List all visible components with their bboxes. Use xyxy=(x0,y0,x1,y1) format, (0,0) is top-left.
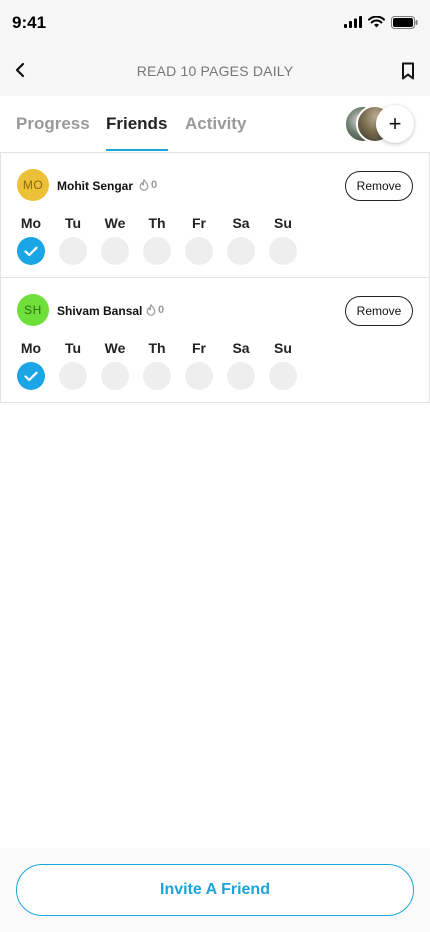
friend-card: SH Shivam Bansal 0 Remove Mo Tu We Th Fr xyxy=(0,277,430,403)
flame-icon xyxy=(139,179,149,191)
streak-value: 0 xyxy=(151,179,158,191)
streak-count: 0 xyxy=(146,304,164,316)
day-check-done[interactable] xyxy=(17,362,45,390)
day-label: Fr xyxy=(192,340,206,356)
day-label: Th xyxy=(148,340,166,356)
friend-name: Mohit Sengar xyxy=(57,179,134,193)
friend-name: Shivam Bansal xyxy=(57,304,143,318)
day-fr: Fr xyxy=(185,340,213,390)
day-check-empty[interactable] xyxy=(59,362,87,390)
bookmark-icon xyxy=(402,62,414,80)
day-we: We xyxy=(101,215,129,265)
day-sa: Sa xyxy=(227,340,255,390)
day-mo: Mo xyxy=(17,340,45,390)
check-icon xyxy=(24,371,38,381)
streak-value: 0 xyxy=(158,304,165,316)
day-check-empty[interactable] xyxy=(185,237,213,265)
header: READ 10 PAGES DAILY xyxy=(0,46,430,96)
day-su: Su xyxy=(269,340,297,390)
day-label: Sa xyxy=(232,340,250,356)
tab-bar: Progress Friends Activity + xyxy=(0,96,430,152)
tab-activity[interactable]: Activity xyxy=(185,114,246,134)
day-tu: Tu xyxy=(59,215,87,265)
day-label: Su xyxy=(274,340,292,356)
day-check-empty[interactable] xyxy=(101,237,129,265)
add-friend-button[interactable]: + xyxy=(376,105,414,143)
avatar: SH xyxy=(17,294,49,326)
day-check-empty[interactable] xyxy=(269,237,297,265)
day-th: Th xyxy=(143,215,171,265)
day-sa: Sa xyxy=(227,215,255,265)
friends-avatar-stack[interactable]: + xyxy=(344,105,414,143)
day-label: Mo xyxy=(20,340,42,356)
active-tab-indicator xyxy=(106,149,168,151)
remove-friend-button[interactable]: Remove xyxy=(345,171,413,201)
bookmark-button[interactable] xyxy=(398,60,418,82)
day-mo: Mo xyxy=(17,215,45,265)
friend-card: MO Mohit Sengar 0 Remove Mo Tu We Th Fr xyxy=(0,152,430,278)
day-we: We xyxy=(101,340,129,390)
streak-count: 0 xyxy=(139,179,157,191)
day-fr: Fr xyxy=(185,215,213,265)
day-th: Th xyxy=(143,340,171,390)
signal-icon xyxy=(344,16,362,28)
page-title: READ 10 PAGES DAILY xyxy=(136,63,294,79)
status-time: 9:41 xyxy=(12,13,47,32)
day-check-empty[interactable] xyxy=(269,362,297,390)
remove-friend-button[interactable]: Remove xyxy=(345,296,413,326)
day-label: Tu xyxy=(64,340,82,356)
day-label: Su xyxy=(274,215,292,231)
day-label: Tu xyxy=(64,215,82,231)
day-check-empty[interactable] xyxy=(227,237,255,265)
day-check-empty[interactable] xyxy=(59,237,87,265)
day-label: We xyxy=(104,215,126,231)
day-tu: Tu xyxy=(59,340,87,390)
status-icons xyxy=(344,14,418,30)
day-check-empty[interactable] xyxy=(143,362,171,390)
wifi-icon xyxy=(368,16,385,28)
status-bar: 9:41 xyxy=(0,0,430,46)
day-label: Sa xyxy=(232,215,250,231)
footer: Invite A Friend xyxy=(0,848,430,932)
day-check-empty[interactable] xyxy=(227,362,255,390)
flame-icon xyxy=(146,304,156,316)
tab-progress[interactable]: Progress xyxy=(16,114,90,134)
battery-icon xyxy=(391,15,418,29)
day-su: Su xyxy=(269,215,297,265)
tab-friends[interactable]: Friends xyxy=(106,114,167,134)
day-check-done[interactable] xyxy=(17,237,45,265)
day-label: Mo xyxy=(20,215,42,231)
day-check-empty[interactable] xyxy=(101,362,129,390)
day-label: Fr xyxy=(192,215,206,231)
day-check-empty[interactable] xyxy=(185,362,213,390)
day-label: We xyxy=(104,340,126,356)
invite-friend-button[interactable]: Invite A Friend xyxy=(16,864,414,916)
day-label: Th xyxy=(148,215,166,231)
day-check-empty[interactable] xyxy=(143,237,171,265)
check-icon xyxy=(24,246,38,256)
avatar: MO xyxy=(17,169,49,201)
